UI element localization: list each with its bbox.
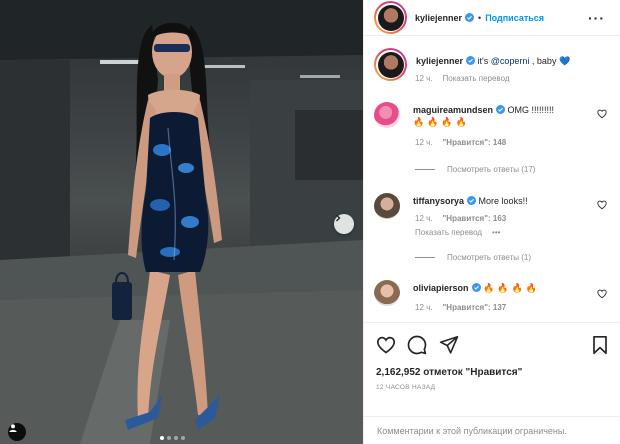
tag-people-button[interactable] (8, 423, 26, 441)
carousel-dot (167, 436, 171, 440)
photo-illustration (0, 0, 363, 444)
view-replies-label[interactable]: Посмотреть ответы (1) (447, 253, 531, 262)
comment-body: More looks!! (478, 196, 528, 206)
heart-icon[interactable] (376, 335, 396, 355)
verified-badge-icon (471, 283, 481, 292)
comment-username[interactable]: tiffanysorya (413, 196, 464, 206)
caption-suffix: , baby 💙 (529, 56, 571, 66)
carousel-indicator (160, 436, 185, 440)
comment-meta: 12 ч. "Нравится": 137 (415, 303, 506, 312)
comment-username[interactable]: oliviapierson (413, 283, 469, 293)
caption-username[interactable]: kyliejenner (416, 56, 463, 66)
verified-badge-icon (467, 196, 477, 205)
avatar (377, 51, 404, 78)
bookmark-icon[interactable] (590, 335, 610, 355)
comment-emoji: 🔥🔥🔥🔥 (413, 117, 470, 127)
comment-time[interactable]: 12 ч. (415, 138, 433, 147)
caption-translate-link[interactable]: Показать перевод (443, 74, 510, 83)
comment-likes[interactable]: "Нравится": 137 (443, 303, 507, 312)
replies-divider (415, 257, 435, 258)
person-tag-icon (9, 424, 17, 432)
comments-restricted-notice: Комментарии к этой публикации ограничены… (364, 416, 620, 444)
caption-time[interactable]: 12 ч. (415, 74, 433, 83)
avatar (377, 4, 404, 31)
heart-icon[interactable] (597, 200, 607, 210)
comment-translate-link[interactable]: Показать перевод (415, 228, 482, 237)
carousel-dot (174, 436, 178, 440)
comment-time[interactable]: 12 ч. (415, 214, 433, 223)
avatar[interactable] (374, 193, 400, 219)
verified-badge-icon (466, 56, 476, 65)
header-separator: • (478, 12, 482, 23)
comment-row: maguireamundsen OMG !!!!!!!!! 🔥🔥🔥🔥 (374, 102, 554, 128)
avatar[interactable] (374, 102, 400, 128)
author-username[interactable]: kyliejenner (415, 13, 462, 23)
caption-meta: 12 ч. Показать перевод (415, 74, 510, 83)
caption-avatar-ring[interactable] (374, 48, 407, 81)
post-photo[interactable] (0, 0, 363, 444)
caption-mention-link[interactable]: @coperni (491, 56, 530, 66)
comments-feed[interactable]: kyliejenner it's @coperni , baby 💙 12 ч.… (364, 37, 620, 322)
comment-time[interactable]: 12 ч. (415, 303, 433, 312)
verified-badge-icon (496, 105, 506, 114)
comment-meta: 12 ч. "Нравится": 163 (415, 214, 506, 223)
heart-icon[interactable] (597, 289, 607, 299)
carousel-dot (181, 436, 185, 440)
comment-icon[interactable] (407, 335, 427, 355)
carousel-dot (160, 436, 164, 440)
author-avatar-ring[interactable] (374, 1, 407, 34)
comment-likes[interactable]: "Нравится": 163 (443, 214, 507, 223)
caption-prefix: it's (477, 56, 491, 66)
follow-button[interactable]: Подписаться (485, 13, 544, 23)
likes-count[interactable]: 2,162,952 отметок "Нравится" (376, 367, 522, 378)
more-options-icon[interactable]: ··· (588, 11, 605, 25)
heart-icon[interactable] (597, 109, 607, 119)
verified-badge-icon (465, 13, 475, 22)
replies-divider (415, 169, 435, 170)
comment-body: OMG !!!!!!!!! (507, 105, 555, 115)
comment-options-icon[interactable]: ••• (492, 228, 500, 237)
post-timestamp[interactable]: 12 ЧАСОВ НАЗАД (376, 384, 435, 391)
chevron-right-icon (336, 214, 341, 222)
avatar[interactable] (374, 280, 400, 306)
comment-text: maguireamundsen OMG !!!!!!!!! 🔥🔥🔥🔥 (413, 104, 554, 128)
paper-plane-icon[interactable] (439, 335, 459, 355)
carousel-next-button[interactable] (334, 214, 354, 234)
view-replies-button[interactable]: Посмотреть ответы (17) (415, 165, 535, 174)
post-header: kyliejenner • Подписаться ··· (364, 0, 620, 36)
comment-emoji: 🔥🔥🔥🔥 (483, 283, 540, 293)
comment-meta: 12 ч. "Нравится": 148 (415, 138, 506, 147)
view-replies-button[interactable]: Посмотреть ответы (1) (415, 253, 531, 262)
comment-likes[interactable]: "Нравится": 148 (443, 138, 507, 147)
comment-username[interactable]: maguireamundsen (413, 105, 493, 115)
view-replies-label[interactable]: Посмотреть ответы (17) (447, 165, 535, 174)
comment-meta-secondary: Показать перевод ••• (415, 228, 500, 237)
post-side-panel: kyliejenner • Подписаться ··· kyliejenne… (363, 0, 620, 444)
